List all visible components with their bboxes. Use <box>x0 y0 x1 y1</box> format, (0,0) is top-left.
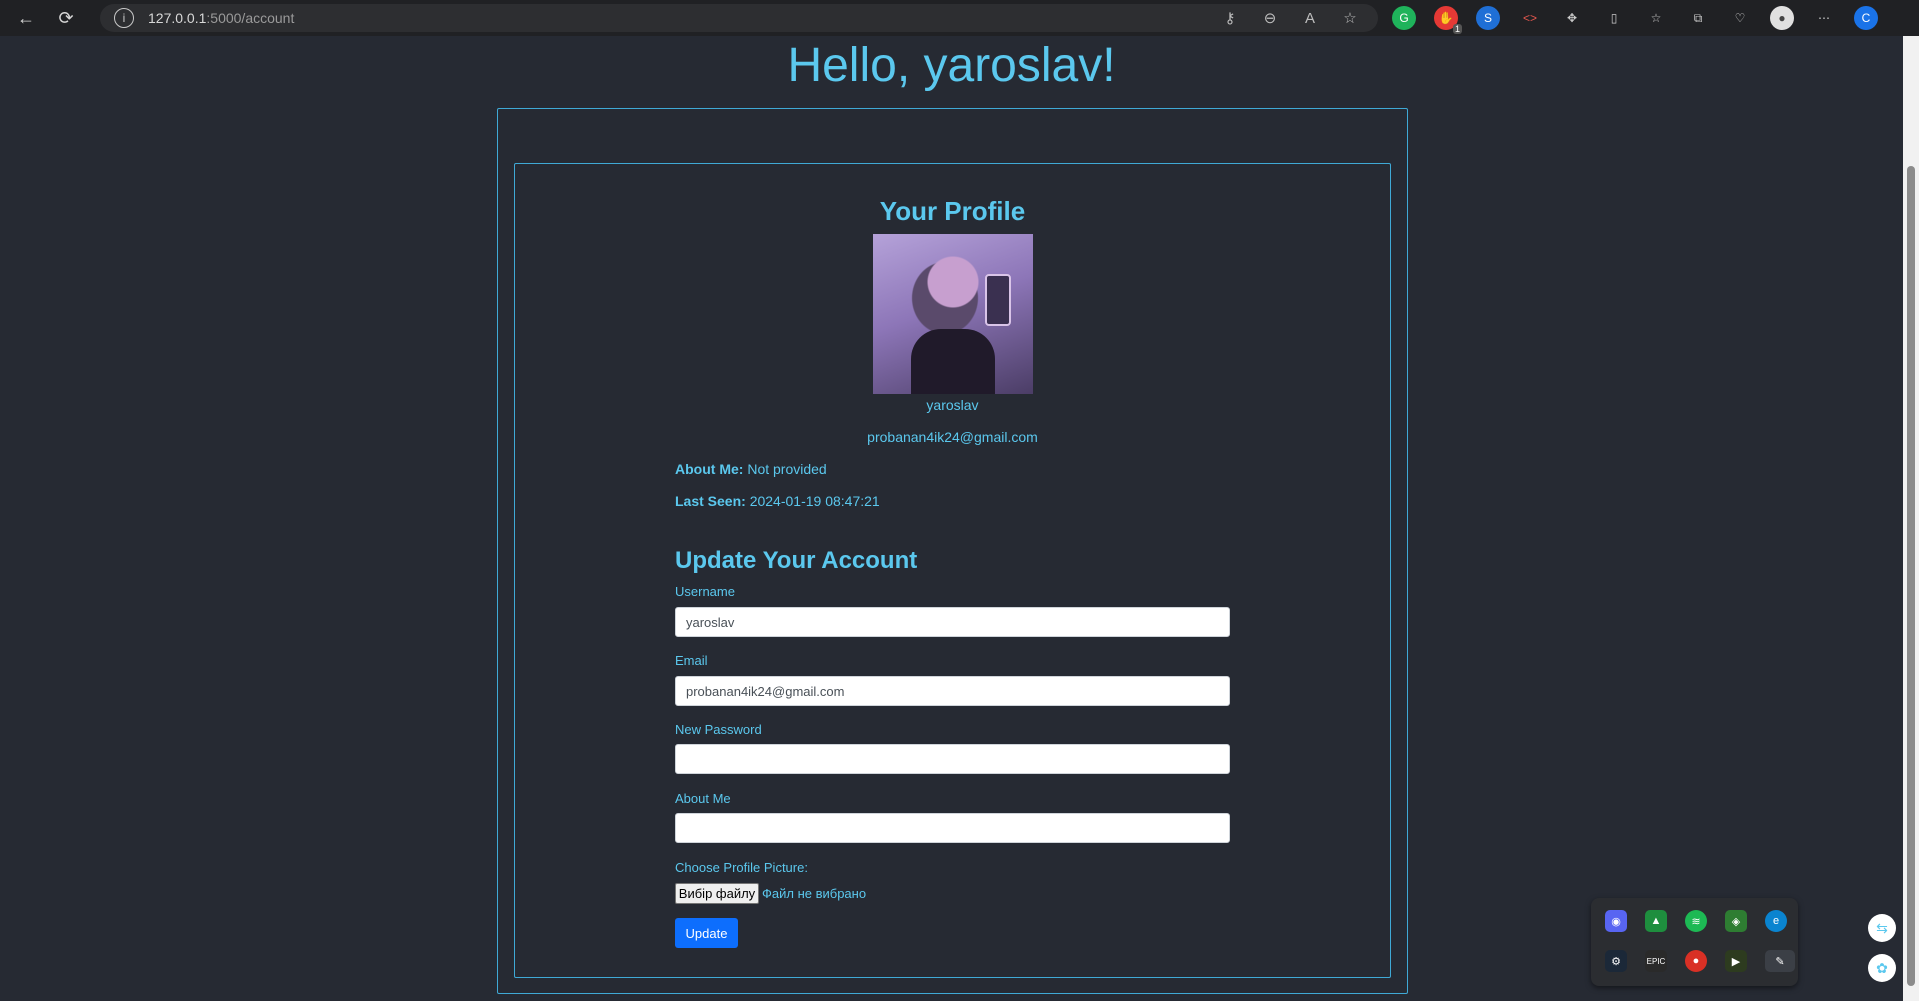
about-me-input[interactable] <box>675 813 1230 843</box>
translate-icon[interactable]: ⇆ <box>1868 914 1896 942</box>
split-screen-icon[interactable]: ▯ <box>1602 6 1626 30</box>
copilot-sidebar-icon[interactable]: ✿ <box>1868 954 1896 982</box>
profile-title: Your Profile <box>879 196 1026 226</box>
last-seen-label: Last Seen: <box>675 493 746 509</box>
favorites-icon[interactable]: ☆ <box>1644 6 1668 30</box>
address-bar[interactable]: i 127.0.0.1:5000/account ⚷ ⊖ A ☆ <box>100 4 1378 32</box>
back-icon[interactable]: ← <box>12 4 40 32</box>
email-input[interactable]: probanan4ik24@gmail.com <box>675 676 1230 706</box>
scrollbar-thumb[interactable] <box>1907 166 1915 986</box>
zoom-out-icon[interactable]: ⊖ <box>1260 8 1280 28</box>
profile-avatar-image <box>873 234 1033 394</box>
profile-picture-label: Choose Profile Picture: <box>675 860 808 875</box>
about-row: About Me: Not provided <box>675 461 827 477</box>
read-aloud-icon[interactable]: A <box>1300 8 1320 28</box>
feather-icon[interactable]: ✎ <box>1765 950 1795 972</box>
discord-icon[interactable]: ◉ <box>1605 910 1627 932</box>
grammarly-extension-icon[interactable]: G <box>1392 6 1416 30</box>
last-seen-row: Last Seen: 2024-01-19 08:47:21 <box>675 493 880 509</box>
nvidia-icon[interactable]: ◈ <box>1725 910 1747 932</box>
avatar-phone <box>985 274 1011 326</box>
key-icon[interactable]: ⚷ <box>1220 8 1240 28</box>
about-value: Not provided <box>747 461 827 477</box>
choose-file-button[interactable]: Вибір файлу <box>675 883 759 904</box>
google-drive-icon[interactable]: ▲ <box>1645 910 1667 932</box>
browser-essentials-icon[interactable]: ♡ <box>1728 6 1752 30</box>
system-tray-popup: ◉ ▲ ≋ ◈ e ⚙ EPIC ● ▶ ✎ <box>1591 898 1798 986</box>
collections-icon[interactable]: ⧉ <box>1686 6 1710 30</box>
edge-icon[interactable]: e <box>1765 910 1787 932</box>
greeting-heading: Hello, yaroslav! <box>787 39 1116 92</box>
url-text: 127.0.0.1:5000/account <box>148 10 295 26</box>
profile-username: yaroslav <box>926 397 979 413</box>
shazam-extension-icon[interactable]: S <box>1476 6 1500 30</box>
username-label: Username <box>675 584 735 599</box>
copilot-icon[interactable]: C <box>1854 6 1878 30</box>
adblock-extension-icon[interactable]: ✋ 1 <box>1434 6 1462 34</box>
file-status: Файл не вибрано <box>762 886 867 901</box>
spotify-icon[interactable]: ≋ <box>1685 910 1707 932</box>
chrome-icon[interactable]: ● <box>1685 950 1707 972</box>
password-label: New Password <box>675 722 762 737</box>
address-bar-actions: ⚷ ⊖ A ☆ <box>1220 8 1360 28</box>
epic-games-icon[interactable]: EPIC <box>1645 950 1667 972</box>
last-seen-value: 2024-01-19 08:47:21 <box>749 493 880 509</box>
devtools-extension-icon[interactable]: <> <box>1518 6 1542 30</box>
reload-icon[interactable]: ⟳ <box>52 4 80 32</box>
update-account-heading: Update Your Account <box>675 547 918 574</box>
extensions-puzzle-icon[interactable]: ✥ <box>1560 6 1584 30</box>
update-button[interactable]: Update <box>675 918 738 948</box>
new-password-input[interactable] <box>675 744 1230 774</box>
geforce-icon[interactable]: ▶ <box>1725 950 1747 972</box>
page-scrollbar[interactable] <box>1903 36 1919 1001</box>
steam-icon[interactable]: ⚙ <box>1605 950 1627 972</box>
username-input[interactable]: yaroslav <box>675 607 1230 637</box>
favorite-star-icon[interactable]: ☆ <box>1340 8 1360 28</box>
about-label: About Me: <box>675 461 744 477</box>
about-me-label: About Me <box>675 791 731 806</box>
more-menu-icon[interactable]: ⋯ <box>1812 6 1836 30</box>
profile-email: probanan4ik24@gmail.com <box>867 429 1038 445</box>
extension-badge: 1 <box>1452 24 1462 34</box>
site-info-icon[interactable]: i <box>114 8 134 28</box>
profile-avatar-icon[interactable]: ● <box>1770 6 1794 30</box>
browser-extensions: G ✋ 1 S <> ✥ ▯ ☆ ⧉ ♡ ● ⋯ C <box>1392 6 1878 34</box>
email-label: Email <box>675 653 708 668</box>
avatar-figure <box>911 329 995 394</box>
